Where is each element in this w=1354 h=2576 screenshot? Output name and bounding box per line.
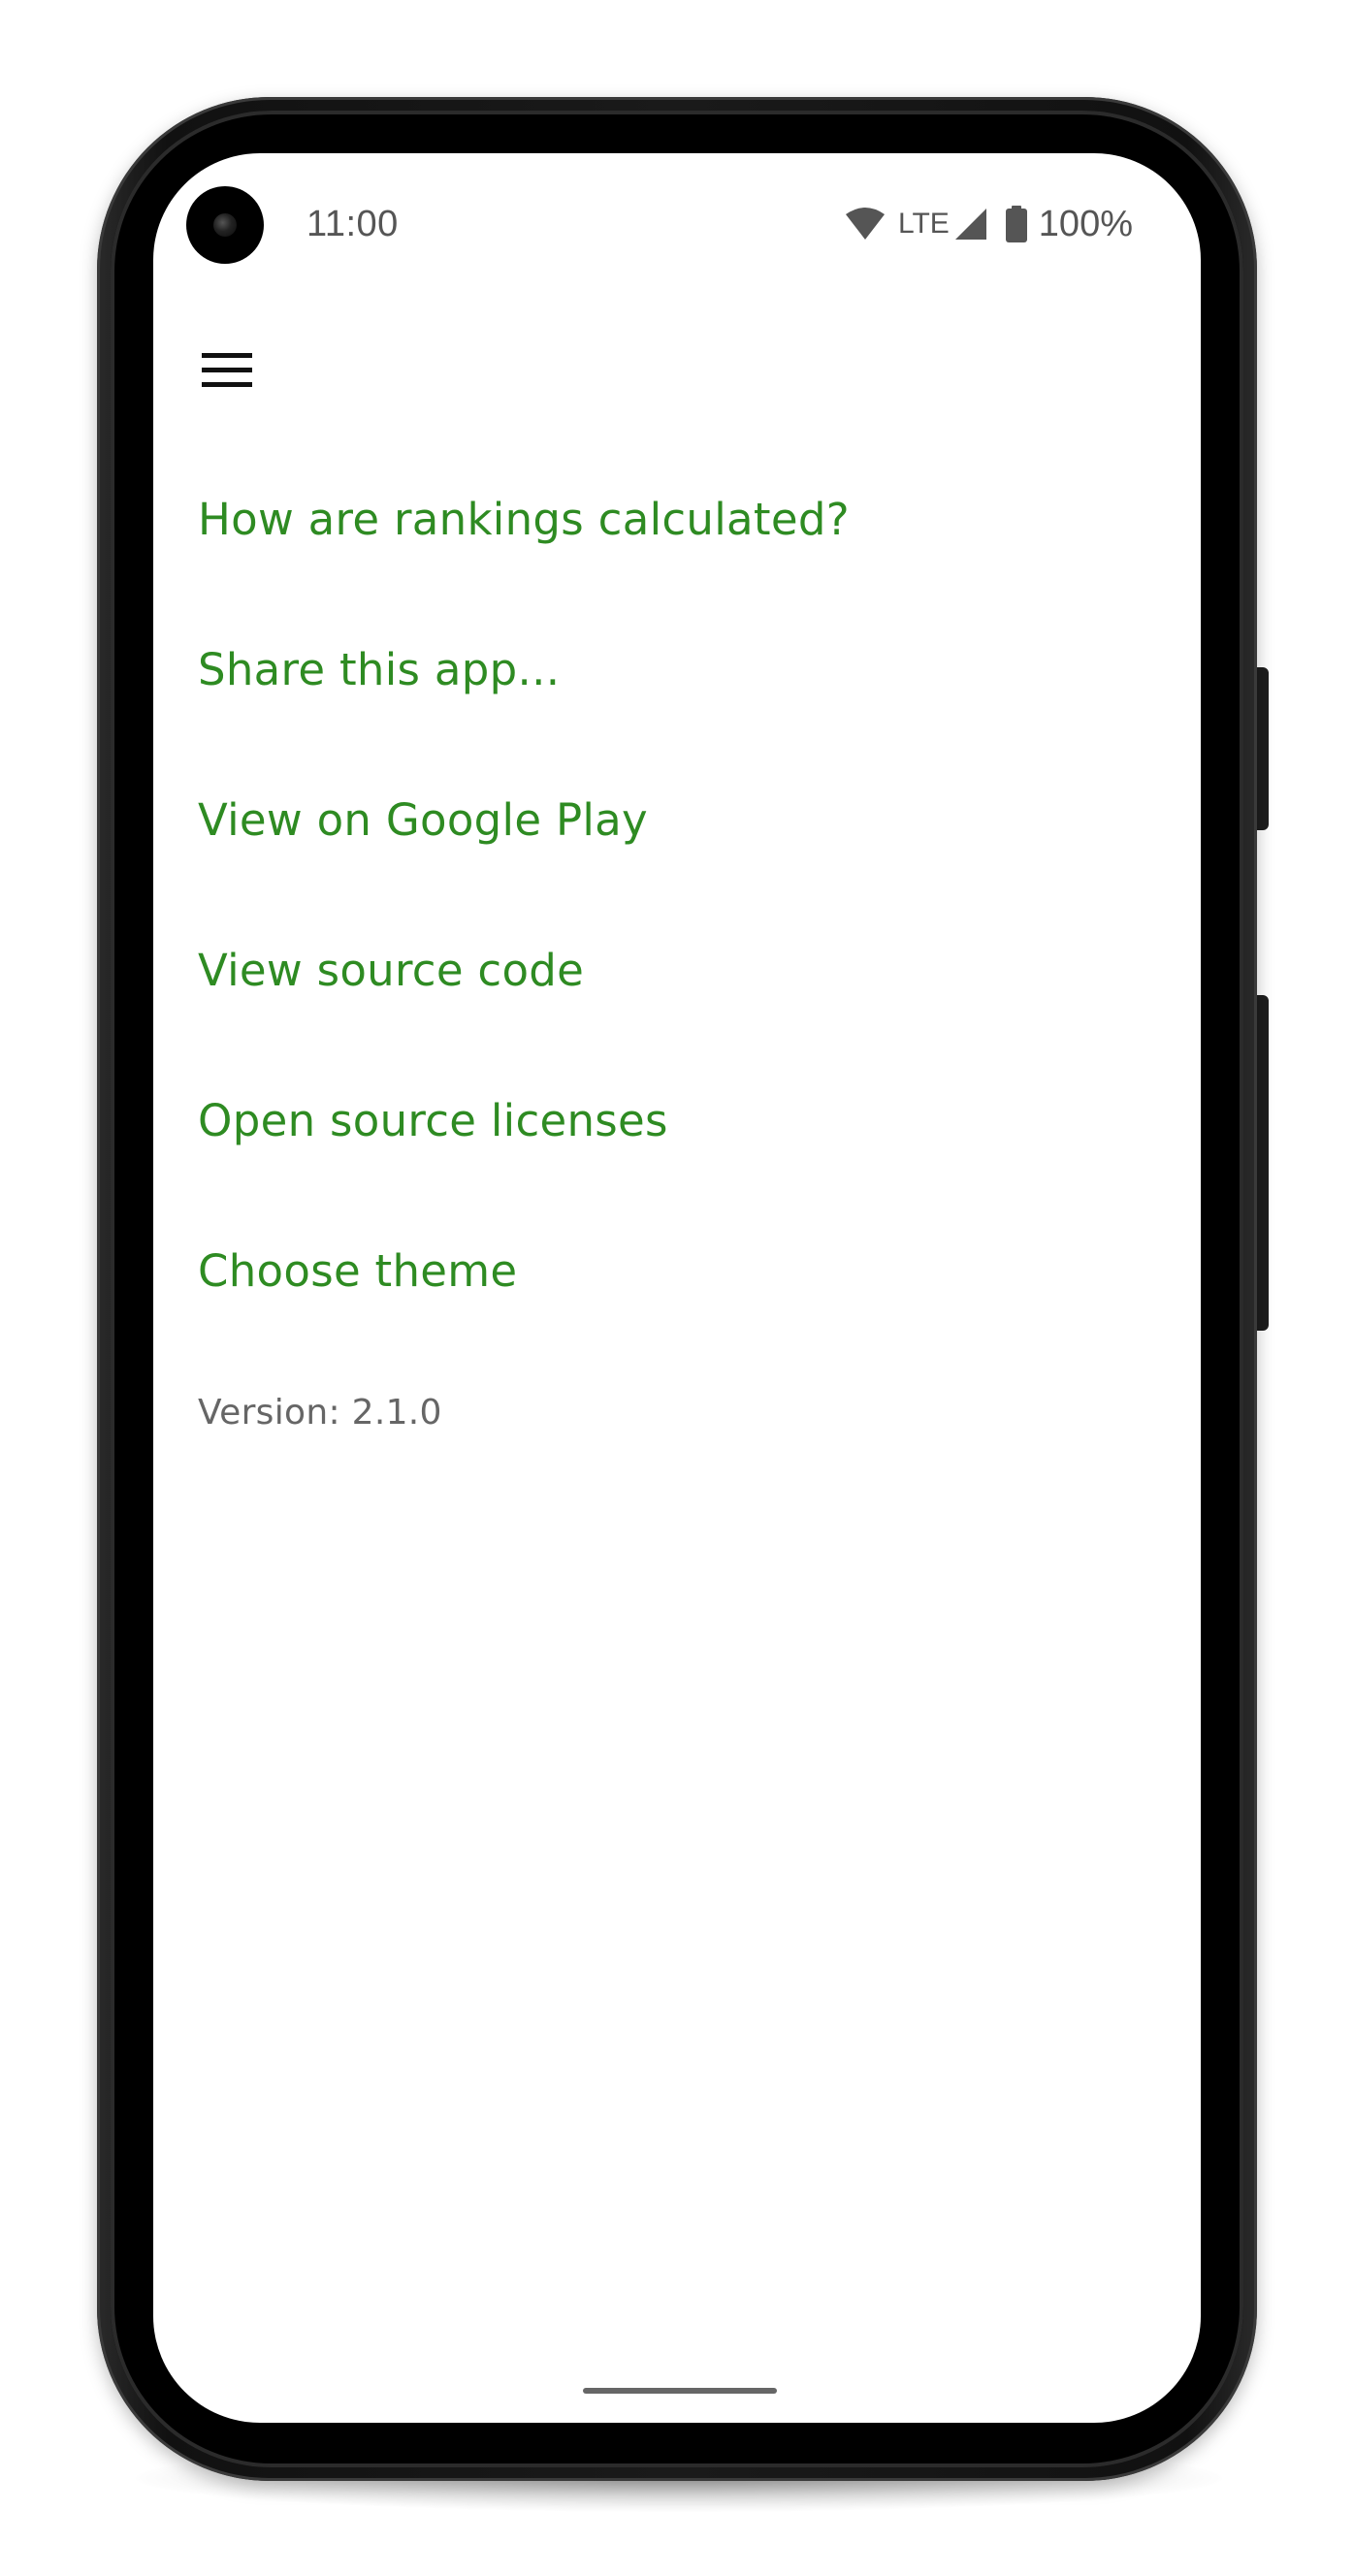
settings-menu-list: How are rankings calculated? Share this … xyxy=(198,444,850,1346)
hamburger-menu-icon xyxy=(202,351,252,394)
front-camera xyxy=(186,186,264,264)
battery-percent: 100% xyxy=(1038,203,1133,244)
menu-item-share-app[interactable]: Share this app... xyxy=(198,595,850,745)
status-time: 11:00 xyxy=(306,204,399,244)
camera-lens xyxy=(213,213,237,237)
menu-item-google-play[interactable]: View on Google Play xyxy=(198,745,850,895)
screen: 11:00 LTE 100% How are rankings calculat… xyxy=(153,153,1201,2423)
power-button xyxy=(1257,667,1269,830)
battery-icon xyxy=(1005,206,1027,242)
menu-item-rankings-info[interactable]: How are rankings calculated? xyxy=(198,444,850,595)
home-gesture-bar[interactable] xyxy=(583,2388,777,2394)
menu-button[interactable] xyxy=(192,338,262,407)
menu-item-source-code[interactable]: View source code xyxy=(198,895,850,1046)
status-icons: LTE 100% xyxy=(844,202,1133,246)
network-type-label: LTE xyxy=(898,208,950,240)
volume-button xyxy=(1257,995,1269,1331)
stage: 11:00 LTE 100% How are rankings calculat… xyxy=(0,0,1354,2576)
wifi-icon xyxy=(844,207,887,242)
menu-item-choose-theme[interactable]: Choose theme xyxy=(198,1196,850,1346)
cell-signal-icon xyxy=(953,207,988,242)
menu-item-licenses[interactable]: Open source licenses xyxy=(198,1046,850,1196)
version-label: Version: 2.1.0 xyxy=(198,1393,442,1433)
